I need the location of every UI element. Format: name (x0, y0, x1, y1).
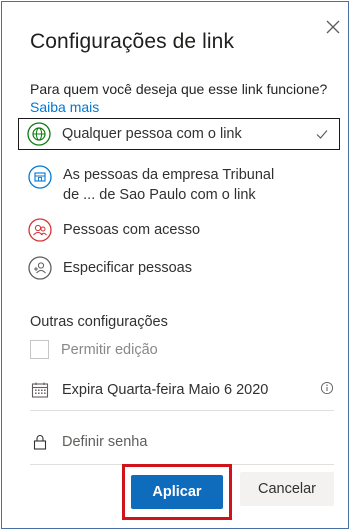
password-field[interactable]: Definir senha (30, 432, 334, 465)
option-label: As pessoas da empresa Tribunal de ... de… (63, 167, 275, 203)
close-icon[interactable] (324, 18, 342, 36)
globe-icon (27, 122, 51, 146)
person-add-icon (28, 256, 52, 280)
learn-more-link[interactable]: Saiba mais (30, 99, 99, 115)
option-label: Qualquer pessoa com o link (62, 126, 242, 142)
allow-edit-checkbox[interactable]: Permitir edição (30, 340, 158, 359)
apply-highlight-box: Aplicar (122, 464, 232, 520)
option-label: Pessoas com acesso (63, 222, 201, 238)
expiry-date-label: Expira Quarta-feira Maio 6 2020 (62, 382, 269, 398)
lock-icon (30, 432, 50, 452)
link-settings-dialog: Configurações de link Para quem você des… (1, 1, 349, 529)
question-text: Para quem você deseja que esse link func… (30, 81, 328, 97)
expiry-date-field[interactable]: Expira Quarta-feira Maio 6 2020 (30, 380, 334, 411)
password-label: Definir senha (62, 434, 148, 450)
checkbox-box[interactable] (30, 340, 49, 359)
audience-question: Para quem você deseja que esse link func… (30, 80, 330, 116)
dialog-title: Configurações de link (30, 30, 235, 53)
info-icon[interactable] (320, 381, 334, 399)
allow-edit-label: Permitir edição (61, 341, 158, 358)
option-company-people[interactable]: As pessoas da empresa Tribunal de ... de… (20, 165, 338, 205)
building-icon (28, 165, 52, 189)
other-settings-heading: Outras configurações (30, 314, 168, 330)
cancel-button[interactable]: Cancelar (240, 472, 334, 506)
option-label: Especificar pessoas (63, 260, 192, 276)
apply-button[interactable]: Aplicar (131, 475, 223, 509)
calendar-icon (30, 380, 50, 400)
people-icon (28, 218, 52, 242)
checkmark-icon (315, 127, 329, 141)
option-specific-people[interactable]: Especificar pessoas (20, 256, 338, 280)
option-people-with-access[interactable]: Pessoas com acesso (20, 218, 338, 242)
option-anyone-with-link[interactable]: Qualquer pessoa com o link (18, 118, 340, 150)
